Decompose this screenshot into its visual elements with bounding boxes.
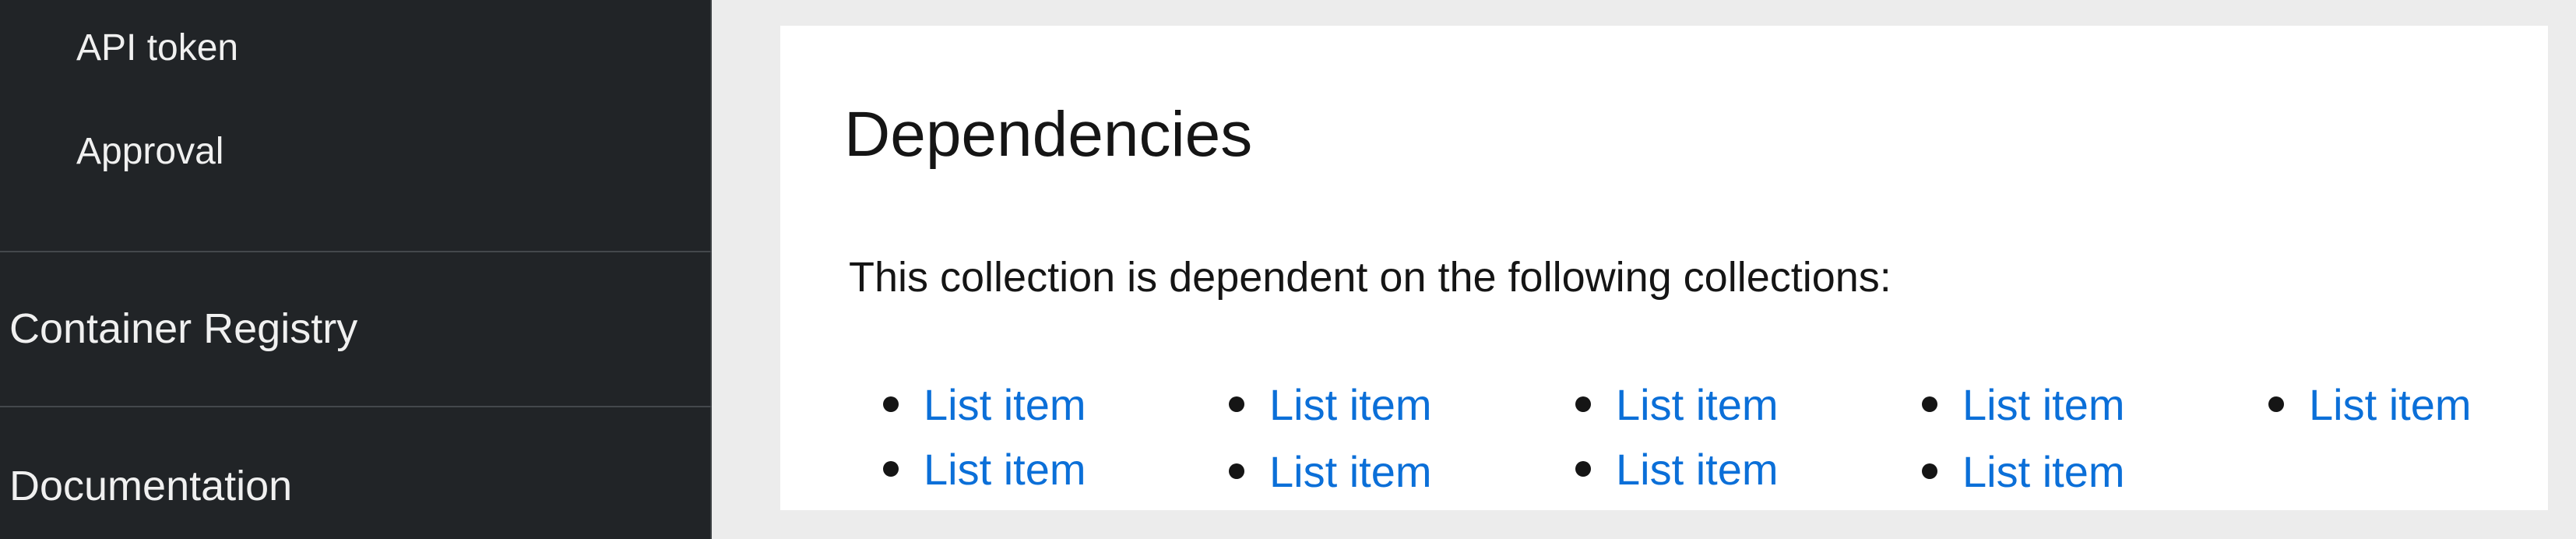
dependency-link[interactable]: List item [924, 378, 1086, 432]
dependencies-list: List item List item List item List item … [829, 345, 2542, 501]
bullet-icon [1229, 463, 1244, 479]
dependency-link[interactable]: List item [1269, 445, 1432, 499]
dependencies-description: This collection is dependent on the foll… [849, 254, 1892, 301]
dependency-link[interactable]: List item [1616, 378, 1779, 432]
sidebar-item-documentation[interactable]: Documentation [9, 460, 292, 512]
bullet-icon [1922, 396, 1937, 412]
sidebar-item-api-token[interactable]: API token [76, 25, 238, 72]
sidebar-item-approval[interactable]: Approval [76, 129, 223, 175]
bullet-icon [2268, 396, 2284, 412]
dependency-link[interactable]: List item [1962, 378, 2125, 432]
dependency-link[interactable]: List item [924, 442, 1086, 497]
page-title: Dependencies [844, 99, 1253, 170]
sidebar-divider [0, 406, 712, 407]
dependency-link[interactable]: List item [2309, 378, 2472, 432]
bullet-icon [1575, 461, 1591, 477]
sidebar-item-container-registry[interactable]: Container Registry [9, 303, 357, 354]
dependency-link[interactable]: List item [1962, 445, 2125, 499]
sidebar: API token Approval Container Registry Do… [0, 0, 712, 539]
bullet-icon [1922, 463, 1937, 479]
dependency-link[interactable]: List item [1269, 378, 1432, 432]
sidebar-divider [0, 251, 712, 252]
bullet-icon [1229, 396, 1244, 412]
dependencies-card: Dependencies This collection is dependen… [780, 26, 2548, 510]
bullet-icon [1575, 396, 1591, 412]
bullet-icon [883, 396, 899, 412]
dependency-link[interactable]: List item [1616, 442, 1779, 497]
bullet-icon [883, 461, 899, 477]
